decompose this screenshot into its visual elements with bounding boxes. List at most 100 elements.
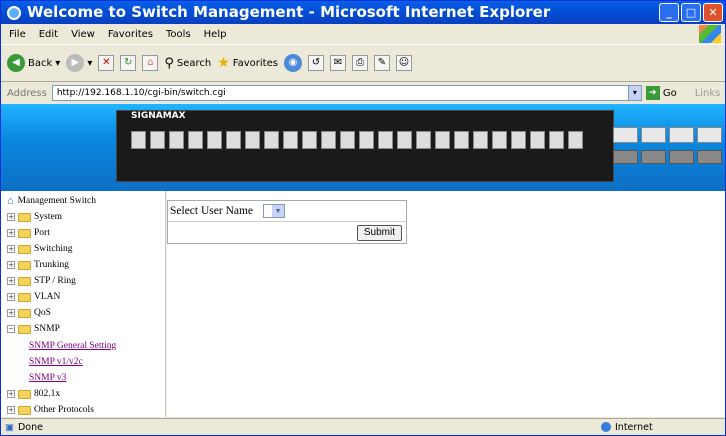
port-12[interactable] bbox=[340, 131, 355, 149]
forward-button[interactable]: ▶ ▾ bbox=[66, 54, 92, 72]
port-11[interactable] bbox=[321, 131, 336, 149]
collapse-icon[interactable]: − bbox=[7, 325, 15, 333]
star-icon: ★ bbox=[217, 55, 230, 71]
minimize-button[interactable]: _ bbox=[659, 3, 679, 22]
menu-view[interactable]: View bbox=[71, 29, 95, 40]
menu-file[interactable]: File bbox=[9, 29, 26, 40]
maximize-button[interactable]: □ bbox=[681, 3, 701, 22]
port-2[interactable] bbox=[150, 131, 165, 149]
tree-item-snmp[interactable]: − SNMP bbox=[7, 324, 60, 334]
folder-icon bbox=[18, 292, 31, 302]
menu-edit[interactable]: Edit bbox=[39, 29, 58, 40]
address-label: Address bbox=[7, 87, 47, 99]
link-snmp-general-setting[interactable]: SNMP General Setting bbox=[29, 341, 116, 351]
port-18[interactable] bbox=[454, 131, 469, 149]
tree-item-switching[interactable]: + Switching bbox=[7, 244, 73, 254]
port-9[interactable] bbox=[283, 131, 298, 149]
port-19[interactable] bbox=[473, 131, 488, 149]
menu-tools[interactable]: Tools bbox=[166, 29, 191, 40]
stop-icon[interactable]: ✕ bbox=[98, 55, 115, 71]
uplink-port[interactable] bbox=[641, 150, 666, 164]
tree-item-8021x[interactable]: +802.1x bbox=[7, 389, 60, 399]
expand-icon[interactable]: + bbox=[7, 245, 15, 253]
expand-icon[interactable]: + bbox=[7, 406, 15, 414]
tree-root[interactable]: ⌂ Management Switch bbox=[7, 195, 96, 207]
port-15[interactable] bbox=[397, 131, 412, 149]
ie-icon bbox=[7, 6, 21, 20]
history-icon[interactable]: ↺ bbox=[307, 55, 324, 71]
user-name-select[interactable]: ▼ bbox=[263, 204, 286, 218]
messenger-icon[interactable]: ☺ bbox=[395, 55, 412, 71]
windows-logo-icon bbox=[699, 25, 721, 43]
menu-favorites[interactable]: Favorites bbox=[108, 29, 153, 40]
tree-item-other-protocols[interactable]: + Other Protocols bbox=[7, 405, 94, 415]
tree-item-system[interactable]: + System bbox=[7, 212, 62, 222]
sfp-port[interactable] bbox=[641, 127, 666, 143]
tree-item-stp-ring[interactable]: + STP / Ring bbox=[7, 276, 76, 286]
edit-icon[interactable]: ✎ bbox=[373, 55, 390, 71]
go-button[interactable]: ➜ Go bbox=[645, 86, 677, 100]
uplink-port[interactable] bbox=[669, 150, 694, 164]
back-arrow-icon: ◀ bbox=[7, 54, 25, 72]
tree-label: VLAN bbox=[34, 292, 61, 302]
toolbar: ◀ Back ▾ ▶ ▾ ✕ ↻ ⌂ ⚲ Search ★ Favorites … bbox=[1, 44, 725, 82]
port-3[interactable] bbox=[169, 131, 184, 149]
links-label[interactable]: Links bbox=[695, 88, 721, 99]
menu-help[interactable]: Help bbox=[204, 29, 227, 40]
sfp-port[interactable] bbox=[697, 127, 722, 143]
port-10[interactable] bbox=[302, 131, 317, 149]
print-icon[interactable]: ⎙ bbox=[351, 55, 368, 71]
home-icon[interactable]: ⌂ bbox=[142, 55, 159, 71]
tree-root-label: Management Switch bbox=[17, 196, 96, 206]
nav-tree: ⌂ Management Switch + System + Port + Switc… bbox=[1, 191, 166, 417]
address-dropdown-icon[interactable]: ▾ bbox=[627, 86, 641, 100]
port-5[interactable] bbox=[207, 131, 222, 149]
expand-icon[interactable]: + bbox=[7, 213, 15, 221]
port-7[interactable] bbox=[245, 131, 260, 149]
expand-icon[interactable]: + bbox=[7, 293, 15, 301]
port-21[interactable] bbox=[511, 131, 526, 149]
port-20[interactable] bbox=[492, 131, 507, 149]
port-4[interactable] bbox=[188, 131, 203, 149]
link-snmp-v1-v2c[interactable]: SNMP v1/v2c bbox=[29, 357, 83, 367]
port-23[interactable] bbox=[549, 131, 564, 149]
back-button[interactable]: ◀ Back ▾ bbox=[7, 54, 60, 72]
port-16[interactable] bbox=[416, 131, 431, 149]
back-dropdown-icon[interactable]: ▾ bbox=[55, 58, 60, 69]
tree-item-port[interactable]: + Port bbox=[7, 228, 50, 238]
expand-icon[interactable]: + bbox=[7, 261, 15, 269]
uplink-port[interactable] bbox=[613, 150, 638, 164]
forward-arrow-icon: ▶ bbox=[66, 54, 85, 72]
forward-dropdown-icon[interactable]: ▾ bbox=[87, 58, 92, 69]
sfp-port[interactable] bbox=[669, 127, 694, 143]
tree-item-vlan[interactable]: + VLAN bbox=[7, 292, 60, 302]
expand-icon[interactable]: + bbox=[7, 277, 15, 285]
tree-item-trunking[interactable]: + Trunking bbox=[7, 260, 69, 270]
favorites-button[interactable]: ★ Favorites bbox=[217, 55, 278, 71]
close-button[interactable]: ✕ bbox=[703, 3, 723, 22]
port-8[interactable] bbox=[264, 131, 279, 149]
refresh-icon[interactable]: ↻ bbox=[120, 55, 137, 71]
port-14[interactable] bbox=[378, 131, 393, 149]
port-6[interactable] bbox=[226, 131, 241, 149]
mail-icon[interactable]: ✉ bbox=[329, 55, 346, 71]
media-icon[interactable]: ◉ bbox=[283, 54, 302, 72]
uplink-port[interactable] bbox=[697, 150, 722, 164]
go-arrow-icon: ➜ bbox=[645, 86, 660, 100]
submit-button[interactable]: Submit bbox=[356, 224, 402, 241]
port-1[interactable] bbox=[131, 131, 146, 149]
expand-icon[interactable]: + bbox=[7, 390, 15, 398]
port-17[interactable] bbox=[435, 131, 450, 149]
sfp-port[interactable] bbox=[613, 127, 638, 143]
back-label: Back bbox=[28, 57, 53, 69]
tree-item-qos[interactable]: + QoS bbox=[7, 308, 51, 318]
address-input[interactable]: http://192.168.1.10/cgi-bin/switch.cgi ▾ bbox=[51, 85, 642, 101]
search-button[interactable]: ⚲ Search bbox=[164, 56, 211, 71]
expand-icon[interactable]: + bbox=[7, 309, 15, 317]
port-13[interactable] bbox=[359, 131, 374, 149]
port-24[interactable] bbox=[568, 131, 583, 149]
link-snmp-v3[interactable]: SNMP v3 bbox=[29, 373, 66, 383]
expand-icon[interactable]: + bbox=[7, 229, 15, 237]
port-22[interactable] bbox=[530, 131, 545, 149]
open-folder-icon bbox=[18, 324, 31, 334]
